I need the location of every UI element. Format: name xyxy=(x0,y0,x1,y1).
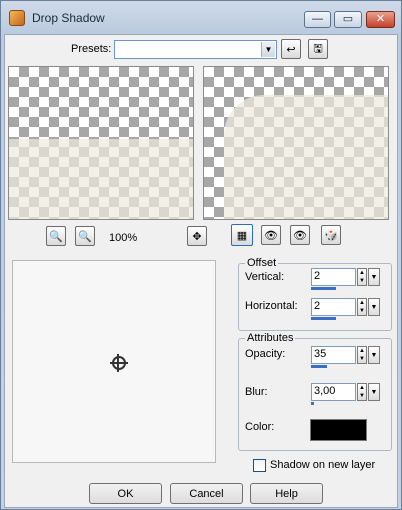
shadow-direction-pad[interactable] xyxy=(12,260,216,463)
window-title: Drop Shadow xyxy=(32,11,105,25)
preview-toggle-button[interactable]: 👁 xyxy=(290,225,310,245)
original-preview[interactable] xyxy=(8,66,194,220)
proof-button[interactable]: ▦ xyxy=(231,224,253,246)
chevron-down-icon[interactable]: ▼ xyxy=(261,42,275,57)
close-button[interactable]: ✕ xyxy=(366,11,395,28)
zoom-out-button[interactable]: 🔍 xyxy=(46,226,66,246)
shadow-new-layer-checkbox[interactable] xyxy=(253,459,266,472)
floppy-disk-icon: 🖫 xyxy=(313,42,323,55)
zoom-level: 100% xyxy=(109,232,138,244)
save-preset-button[interactable]: 🖫 xyxy=(308,39,328,59)
vertical-label: Vertical: xyxy=(245,271,285,283)
dice-icon: 🎲 xyxy=(324,229,338,242)
load-preset-button[interactable]: ↩ xyxy=(281,39,301,59)
attributes-title: Attributes xyxy=(245,332,296,344)
opacity-input[interactable]: 35 xyxy=(311,346,356,364)
blur-input[interactable]: 3,00 xyxy=(311,383,356,401)
undo-arrow-icon: ↩ xyxy=(286,43,296,56)
preview-shadow-area xyxy=(224,95,388,219)
opacity-dropdown-icon[interactable]: ▼ xyxy=(368,346,380,364)
blur-dropdown-icon[interactable]: ▼ xyxy=(368,383,380,401)
proof-icon: ▦ xyxy=(236,229,248,242)
eye-icon: 👁 xyxy=(293,229,307,242)
shadow-color-swatch[interactable] xyxy=(310,419,367,441)
vertical-spinner[interactable]: ▲ ▼ xyxy=(357,268,367,286)
horizontal-input[interactable]: 2 xyxy=(311,298,356,316)
title-bar[interactable]: Drop Shadow — ▭ ✕ xyxy=(1,1,401,35)
zoom-in-icon: 🔍 xyxy=(78,230,92,243)
eye-icon: 👁 xyxy=(264,229,278,242)
blur-spinner[interactable]: ▲ ▼ xyxy=(357,383,367,401)
crosshair-handle-icon[interactable] xyxy=(110,354,128,372)
preview-shadow-area xyxy=(9,139,193,219)
result-preview[interactable] xyxy=(203,66,389,220)
blur-label: Blur: xyxy=(245,386,268,398)
horizontal-slider[interactable] xyxy=(311,317,336,320)
offset-title: Offset xyxy=(245,257,279,269)
move-icon: ✥ xyxy=(192,230,202,243)
horizontal-dropdown-icon[interactable]: ▼ xyxy=(368,298,380,316)
drop-shadow-dialog: Drop Shadow — ▭ ✕ Presets: ▼ ↩ 🖫 🔍 🔍 100… xyxy=(0,0,402,510)
cancel-button[interactable]: Cancel xyxy=(170,483,243,504)
horizontal-spinner[interactable]: ▲ ▼ xyxy=(357,298,367,316)
color-label: Color: xyxy=(245,421,275,433)
vertical-input[interactable]: 2 xyxy=(311,268,356,286)
vertical-dropdown-icon[interactable]: ▼ xyxy=(368,268,380,286)
minimize-button[interactable]: — xyxy=(304,11,331,28)
vertical-slider[interactable] xyxy=(311,287,336,290)
opacity-label: Opacity: xyxy=(245,348,286,360)
help-button[interactable]: Help xyxy=(250,483,323,504)
randomize-button[interactable]: 🎲 xyxy=(321,225,341,245)
maximize-button[interactable]: ▭ xyxy=(334,11,362,28)
zoom-in-button[interactable]: 🔍 xyxy=(75,226,95,246)
dialog-client: Presets: ▼ ↩ 🖫 🔍 🔍 100% ✥ ▦ 👁 👁 🎲 Offset… xyxy=(4,34,398,508)
horizontal-label: Horizontal: xyxy=(245,300,298,312)
blur-slider[interactable] xyxy=(311,402,314,405)
presets-dropdown[interactable]: ▼ xyxy=(114,40,277,59)
shadow-new-layer-label[interactable]: Shadow on new layer xyxy=(270,459,375,471)
ok-button[interactable]: OK xyxy=(89,483,162,504)
presets-label: Presets: xyxy=(71,43,112,55)
pan-button[interactable]: ✥ xyxy=(187,226,207,246)
zoom-out-icon: 🔍 xyxy=(49,230,63,243)
opacity-slider[interactable] xyxy=(311,365,327,368)
app-icon xyxy=(9,10,25,26)
opacity-spinner[interactable]: ▲ ▼ xyxy=(357,346,367,364)
preview-mode-button[interactable]: 👁 xyxy=(261,225,281,245)
